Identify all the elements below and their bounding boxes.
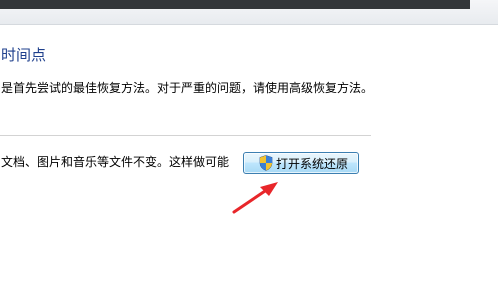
open-system-restore-button[interactable]: 打开系统还原 — [243, 152, 359, 174]
page-heading: 时间点 — [1, 46, 47, 64]
uac-shield-icon — [259, 155, 273, 171]
system-restore-description: 文档、图片和音乐等文件不变。这样做可能 — [1, 155, 230, 169]
title-strip — [0, 0, 470, 9]
recovery-description: 是首先尝试的最佳恢复方法。对于严重的问题，请使用高级恢复方法。 — [1, 81, 374, 95]
open-system-restore-label: 打开系统还原 — [276, 156, 349, 171]
window-top-bar — [0, 0, 498, 25]
section-divider — [0, 135, 371, 136]
red-pointer-arrow-icon — [232, 182, 278, 214]
